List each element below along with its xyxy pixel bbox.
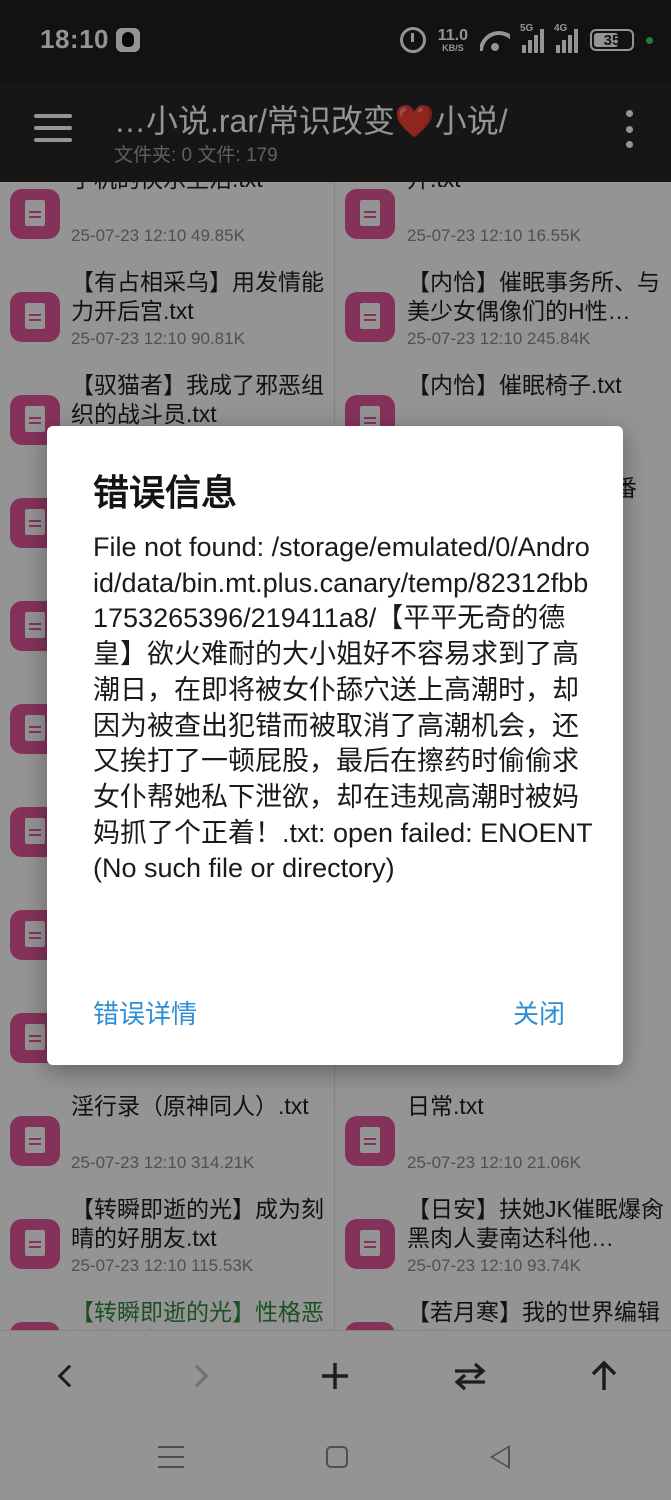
error-details-button[interactable]: 错误详情	[93, 994, 197, 1031]
error-dialog: 错误信息 File not found: /storage/emulated/0…	[47, 426, 623, 1065]
close-button[interactable]: 关闭	[513, 994, 565, 1031]
dialog-message: File not found: /storage/emulated/0/Andr…	[93, 532, 593, 884]
dialog-title: 错误信息	[93, 472, 238, 513]
